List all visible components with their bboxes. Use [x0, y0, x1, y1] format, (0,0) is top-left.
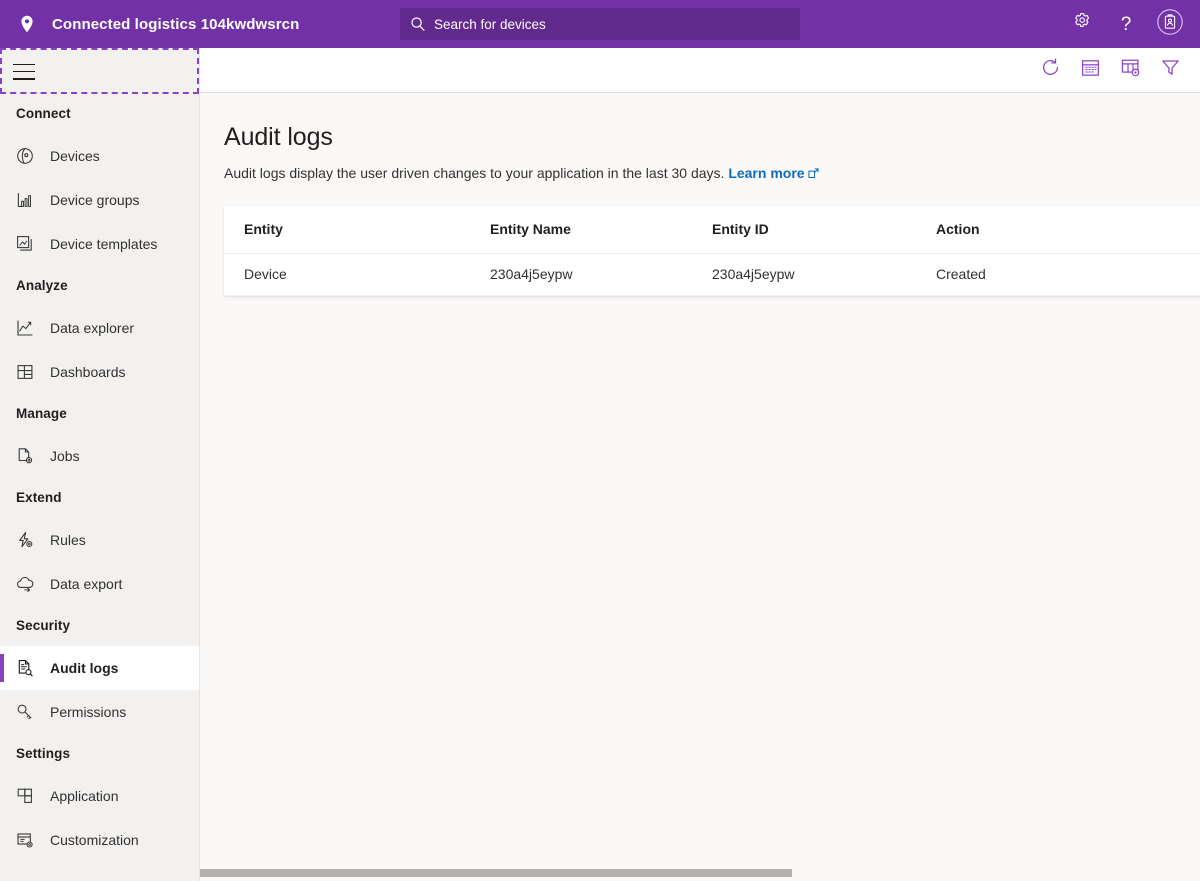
search-icon: [410, 16, 426, 32]
hamburger-icon: [13, 63, 35, 80]
device-templates-icon: [14, 233, 36, 255]
cell-entity-id: 230a4j5eypw: [692, 253, 916, 295]
question-mark-icon: ?: [1121, 15, 1132, 34]
column-options-icon: [1120, 57, 1141, 83]
sidebar-item-label: Jobs: [50, 448, 80, 464]
search-box[interactable]: [400, 8, 800, 40]
sidebar-item-label: Permissions: [50, 704, 126, 720]
external-link-icon: [808, 166, 819, 182]
sidebar-item-devices[interactable]: Devices: [0, 134, 199, 178]
sidebar-item-label: Rules: [50, 532, 86, 548]
app-header: Connected logistics 104kwdwsrcn: [0, 0, 1200, 48]
app-root: Connected logistics 104kwdwsrcn: [0, 0, 1200, 881]
page-content: Audit logs Audit logs display the user d…: [200, 93, 1200, 296]
sidebar-item-data-explorer[interactable]: Data explorer: [0, 306, 199, 350]
learn-more-link[interactable]: Learn more: [728, 165, 804, 181]
cell-entity-name: 230a4j5eypw: [470, 253, 692, 295]
devices-icon: [14, 145, 36, 167]
key-icon: [14, 701, 36, 723]
location-pin-icon: [16, 13, 38, 35]
nav-group-title-analyze: Analyze: [0, 266, 199, 306]
app-body: Connect Devices: [0, 48, 1200, 881]
filter-button[interactable]: [1150, 50, 1190, 90]
main-content: Audit logs Audit logs display the user d…: [200, 48, 1200, 881]
cell-action: Created: [916, 253, 1200, 295]
application-layout-icon: [14, 785, 36, 807]
sidebar-item-device-groups[interactable]: Device groups: [0, 178, 199, 222]
nav-group-title-settings: Settings: [0, 734, 199, 774]
refresh-icon: [1040, 57, 1061, 83]
sidebar-item-label: Application: [50, 788, 119, 804]
page-description: Audit logs display the user driven chang…: [224, 165, 1200, 182]
date-range-button[interactable]: [1070, 50, 1110, 90]
brand: Connected logistics 104kwdwsrcn: [0, 0, 330, 48]
sidebar-item-label: Device templates: [50, 236, 157, 252]
command-bar: [200, 48, 1200, 93]
user-badge-icon: [1155, 7, 1185, 42]
sidebar-item-rules[interactable]: Rules: [0, 518, 199, 562]
nav-group-title-connect: Connect: [0, 94, 199, 134]
customization-gear-icon: [14, 829, 36, 851]
sidebar-item-label: Dashboards: [50, 364, 126, 380]
calendar-icon: [1080, 57, 1101, 83]
sidebar-item-label: Data explorer: [50, 320, 134, 336]
sidebar-item-label: Device groups: [50, 192, 140, 208]
sidebar-item-label: Customization: [50, 832, 139, 848]
filter-icon: [1160, 57, 1181, 83]
sidebar-item-permissions[interactable]: Permissions: [0, 690, 199, 734]
nav-group-title-extend: Extend: [0, 478, 199, 518]
sidebar-item-data-export[interactable]: Data export: [0, 562, 199, 606]
sidebar-item-jobs[interactable]: Jobs: [0, 434, 199, 478]
jobs-document-gear-icon: [14, 445, 36, 467]
sidebar-item-dashboards[interactable]: Dashboards: [0, 350, 199, 394]
horizontal-scrollbar[interactable]: [200, 865, 1200, 881]
sidebar-item-label: Audit logs: [50, 660, 118, 676]
sidebar-item-label: Data export: [50, 576, 122, 592]
sidebar-item-customization[interactable]: Customization: [0, 818, 199, 862]
gear-icon: [1073, 12, 1092, 36]
page-description-text: Audit logs display the user driven chang…: [224, 165, 724, 181]
sidebar-item-audit-logs[interactable]: Audit logs: [0, 646, 199, 690]
audit-log-icon: [14, 657, 36, 679]
rules-lightning-gear-icon: [14, 529, 36, 551]
sidebar-item-label: Devices: [50, 148, 100, 164]
account-button[interactable]: [1148, 2, 1192, 46]
nav-group-title-manage: Manage: [0, 394, 199, 434]
hamburger-menu-button[interactable]: [0, 48, 199, 94]
table-row[interactable]: Device 230a4j5eypw 230a4j5eypw Created: [224, 253, 1200, 295]
sidebar: Connect Devices: [0, 48, 200, 881]
audit-logs-table: Entity Entity Name Entity ID Action Devi…: [224, 206, 1200, 296]
sidebar-item-application[interactable]: Application: [0, 774, 199, 818]
table-header-row: Entity Entity Name Entity ID Action: [224, 206, 1200, 253]
dashboard-grid-icon: [14, 361, 36, 383]
app-title: Connected logistics 104kwdwsrcn: [52, 16, 299, 33]
search-input[interactable]: [434, 9, 790, 39]
horizontal-scrollbar-thumb[interactable]: [200, 869, 792, 877]
cloud-export-icon: [14, 573, 36, 595]
page-title: Audit logs: [224, 123, 1200, 152]
help-button[interactable]: ?: [1104, 2, 1148, 46]
cell-entity: Device: [224, 253, 470, 295]
column-header-entity[interactable]: Entity: [224, 206, 470, 253]
column-header-action[interactable]: Action: [916, 206, 1200, 253]
refresh-button[interactable]: [1030, 50, 1070, 90]
column-options-button[interactable]: [1110, 50, 1150, 90]
nav-group-title-security: Security: [0, 606, 199, 646]
column-header-entity-id[interactable]: Entity ID: [692, 206, 916, 253]
line-chart-icon: [14, 317, 36, 339]
settings-button[interactable]: [1060, 2, 1104, 46]
learn-more-label: Learn more: [728, 165, 804, 181]
header-actions: ?: [1060, 0, 1192, 48]
column-header-entity-name[interactable]: Entity Name: [470, 206, 692, 253]
sidebar-item-device-templates[interactable]: Device templates: [0, 222, 199, 266]
device-groups-icon: [14, 189, 36, 211]
